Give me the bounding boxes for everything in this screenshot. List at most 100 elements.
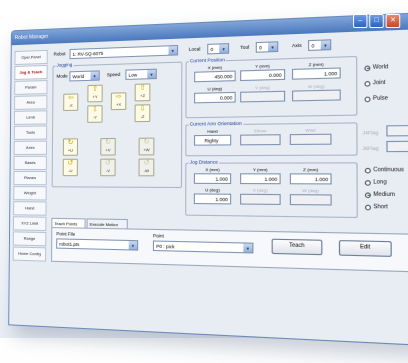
jog-button-label: +Y	[92, 93, 98, 100]
jog-arrow-icon: ⇨	[115, 93, 122, 101]
robot-select[interactable]: 1: RV-SQ-6075 ▼	[69, 44, 179, 60]
jog-arrow-icon: ⇧	[92, 85, 99, 94]
axis-select[interactable]: 0 ▼	[308, 39, 332, 51]
minimize-button[interactable]: –	[353, 14, 368, 28]
j4flag-label: J4Flag	[362, 129, 379, 136]
local-label: Local	[188, 46, 201, 52]
sidebar-item-hand[interactable]: Hand	[13, 201, 47, 216]
jog-plus-y-button[interactable]: ⇧ +Y	[87, 84, 103, 103]
sidebar-item-bases[interactable]: Bases	[13, 155, 47, 171]
dist-z-input[interactable]: 1.000	[289, 173, 332, 185]
tool-select[interactable]: 0 ▼	[255, 41, 279, 53]
hand-label: Hand	[207, 128, 218, 134]
dist-x-label: X (mm)	[205, 166, 220, 173]
maximize-button[interactable]: □	[369, 13, 384, 29]
point-value: P0 : pick	[156, 243, 175, 250]
sidebar-item-xyz-limit[interactable]: XYZ Limit	[12, 216, 47, 232]
mode-select[interactable]: World ▼	[69, 70, 100, 82]
coord-radio-pulse[interactable]: Pulse	[364, 95, 389, 103]
distance-radio-long[interactable]: Long	[364, 179, 387, 186]
pos-w-label: W (deg)	[307, 83, 325, 90]
jog-plus-w-button[interactable]: ↻ +W	[138, 137, 155, 156]
sidebar-item-weight[interactable]: Weight	[13, 186, 47, 201]
chevron-down-icon: ▼	[268, 42, 278, 52]
jog-button-label: -X	[68, 102, 73, 108]
radio-label: Joint	[372, 79, 386, 87]
jog-minus-z-button[interactable]: ⇩ -Z	[134, 104, 151, 123]
jog-plus-x-button[interactable]: ⇨ +X	[110, 92, 127, 111]
radio-circle-icon	[364, 204, 371, 210]
robot-manager-window: Robot Manager Oper.Panel Jog & Teach Param…	[8, 12, 408, 346]
sidebar-item-range[interactable]: Range	[12, 231, 47, 247]
dist-y-input[interactable]: 1.000	[240, 173, 281, 185]
dist-u-input[interactable]: 1.000	[193, 193, 232, 205]
radio-circle-icon	[364, 191, 371, 198]
sidebar-item-param[interactable]: Param	[14, 80, 48, 95]
jog-plus-z-button[interactable]: ⇧ +Z	[134, 83, 151, 102]
jog-minus-v-button[interactable]: ↺ -V	[100, 158, 116, 177]
jog-arrow-icon: ⇩	[139, 105, 146, 113]
sidebar-item-limit[interactable]: Limit	[13, 110, 48, 125]
wrist-label: Wrist	[305, 127, 316, 133]
close-button[interactable]: ✕	[385, 13, 401, 29]
jog-arrow-icon: ↻	[67, 139, 74, 147]
coord-radio-world[interactable]: World	[364, 64, 388, 71]
jog-arrow-icon: ⇦	[67, 94, 74, 102]
jog-minus-w-button[interactable]: ↺ -W	[138, 158, 155, 177]
dist-w-input	[289, 194, 332, 206]
speed-value: Low	[128, 72, 138, 78]
sidebar-item-tools[interactable]: Tools	[13, 125, 48, 140]
distance-radio-short[interactable]: Short	[364, 204, 388, 211]
radio-label: Long	[373, 179, 387, 186]
sidebar-item-jog-teach[interactable]: Jog & Teach	[14, 64, 48, 80]
robot-value: 1: RV-SQ-6075	[72, 50, 104, 58]
jog-plus-v-button[interactable]: ↻ +V	[100, 137, 116, 156]
chevron-down-icon: ▼	[90, 71, 99, 80]
chevron-down-icon: ▼	[147, 69, 156, 79]
jog-minus-y-button[interactable]: ⇩ -Y	[87, 105, 103, 123]
jog-button-label: -W	[143, 167, 150, 174]
jog-button-label: +X	[115, 101, 122, 107]
dist-w-label: W (deg)	[302, 187, 319, 194]
edit-button[interactable]: Edit	[338, 240, 392, 257]
main-panel: Robot 1: RV-SQ-6075 ▼ Local 0 ▼ Tool 0 ▼ Ax…	[50, 34, 408, 340]
hand-value: Righty	[193, 134, 232, 146]
dist-x-input[interactable]: 1.000	[193, 173, 232, 185]
chevron-down-icon: ▼	[219, 44, 229, 53]
sidebar-item-planes[interactable]: Planes	[13, 171, 47, 186]
distance-radio-medium[interactable]: Medium	[364, 191, 395, 198]
jog-minus-u-button[interactable]: ↺ -U	[62, 158, 78, 177]
dist-v-label: V (deg)	[252, 187, 268, 193]
jog-plus-u-button[interactable]: ↻ +U	[62, 138, 79, 156]
jog-arrow-icon: ↺	[143, 159, 150, 167]
jogging-title: Jogging	[55, 62, 74, 68]
jog-button-label: -U	[68, 167, 73, 174]
radio-label: Pulse	[372, 95, 389, 103]
speed-select[interactable]: Low ▼	[125, 68, 157, 80]
pos-z-value: 1.000	[291, 67, 341, 80]
distance-radio-continuous[interactable]: Continuous	[364, 167, 404, 174]
point-file-select[interactable]: robot1.pts ▼	[56, 238, 139, 251]
maximize-icon: □	[374, 16, 379, 25]
pos-y-value: 0.000	[240, 69, 286, 82]
sidebar-item-axes[interactable]: Axes	[13, 140, 48, 155]
elbow-label: Elbow	[254, 127, 267, 134]
radio-circle-icon	[364, 167, 371, 173]
pos-u-value: 0.000	[194, 91, 236, 104]
tool-value: 0	[259, 45, 262, 51]
mode-value: World	[72, 73, 85, 80]
jog-minus-x-button[interactable]: ⇦ -X	[63, 93, 79, 112]
point-file-value: robot1.pts	[59, 241, 80, 248]
teach-button[interactable]: Teach	[271, 238, 323, 256]
mode-label: Mode	[56, 73, 68, 79]
axis-label: Axis	[291, 42, 302, 49]
jog-arrow-icon: ⇩	[91, 106, 98, 114]
sidebar-item-home-config[interactable]: Home Config	[12, 246, 47, 262]
coord-radio-joint[interactable]: Joint	[364, 79, 386, 87]
sidebar-item-oper-panel[interactable]: Oper.Panel	[14, 49, 48, 66]
sidebar-item-area[interactable]: Area	[14, 95, 48, 110]
window-control-buttons: – □ ✕	[353, 13, 401, 29]
local-select[interactable]: 0 ▼	[207, 43, 230, 55]
pos-w-value	[292, 89, 341, 102]
jog-button-label: -V	[105, 167, 110, 174]
